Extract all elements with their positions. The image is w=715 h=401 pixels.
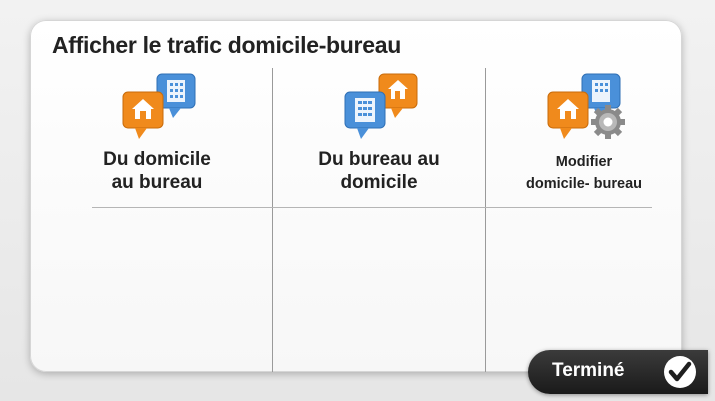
screen: Afficher le trafic domicile-bureau Du do… <box>0 0 715 401</box>
home-to-office-icon <box>122 73 196 139</box>
office-to-home-label: Du bureau au domicile <box>318 149 440 193</box>
done-button-label: Terminé <box>552 360 625 381</box>
grid-divider <box>92 207 652 208</box>
main-panel: Afficher le trafic domicile-bureau Du do… <box>30 20 682 372</box>
checkmark-icon <box>664 356 696 388</box>
page-title: Afficher le trafic domicile-bureau <box>52 32 401 58</box>
home-to-office-label: Du domicile au bureau <box>103 149 211 193</box>
edit-home-office-button[interactable]: Modifier domicile- bureau <box>486 68 682 207</box>
office-to-home-icon <box>344 73 418 139</box>
options-grid: Du domicile au bureau Du bureau au domic… <box>42 68 682 372</box>
edit-home-office-label: Modifier domicile- bureau <box>525 154 643 192</box>
edit-home-office-icon <box>547 73 625 139</box>
done-button[interactable]: Terminé <box>528 350 708 394</box>
home-to-office-button[interactable]: Du domicile au bureau <box>42 68 272 207</box>
office-to-home-button[interactable]: Du bureau au domicile <box>273 68 485 207</box>
